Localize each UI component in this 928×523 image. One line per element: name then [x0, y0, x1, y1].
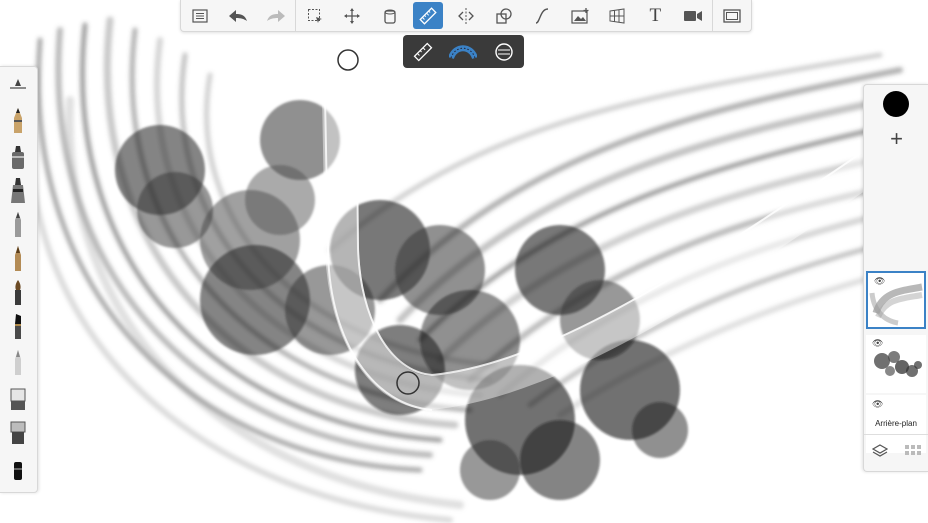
shapes-icon[interactable] — [485, 0, 523, 31]
layer-thumbnail-strokes[interactable]: 👁 — [866, 271, 926, 329]
smudge-icon[interactable] — [6, 347, 30, 377]
visibility-eye-icon[interactable]: 👁 — [874, 276, 885, 287]
drawing-canvas[interactable] — [0, 0, 928, 523]
symmetry-icon[interactable] — [447, 0, 485, 31]
add-layer-button[interactable]: + — [864, 125, 928, 153]
visibility-eye-icon[interactable]: 👁 — [872, 399, 883, 410]
paint-brush-icon[interactable] — [6, 277, 30, 307]
layer-panel-footer — [864, 434, 928, 471]
pencil-icon[interactable] — [6, 105, 30, 135]
french-curve-icon[interactable] — [447, 37, 479, 67]
current-color-swatch[interactable] — [883, 91, 909, 117]
main-toolbar: T — [180, 0, 752, 32]
add-layer-label: + — [890, 126, 903, 151]
fullscreen-icon[interactable] — [713, 0, 751, 31]
chisel-brush-icon[interactable] — [6, 311, 30, 341]
video-record-icon[interactable] — [674, 0, 712, 31]
transform-icon[interactable] — [333, 0, 371, 31]
airbrush-icon[interactable] — [6, 175, 30, 205]
brush-palette — [0, 66, 38, 493]
redo-icon[interactable] — [257, 0, 295, 31]
chalk-icon[interactable] — [6, 455, 30, 485]
ellipse-guide-icon[interactable] — [488, 37, 520, 67]
soft-brush-icon[interactable] — [6, 209, 30, 239]
eraser-icon[interactable] — [6, 383, 30, 413]
import-image-icon[interactable] — [561, 0, 599, 31]
undo-icon[interactable] — [219, 0, 257, 31]
perspective-grid-icon[interactable] — [598, 0, 636, 31]
fill-bucket-icon[interactable] — [371, 0, 409, 31]
ruler-options-bar — [403, 35, 524, 68]
brush-size-slider-icon[interactable] — [6, 71, 30, 101]
list-menu-icon[interactable] — [181, 0, 219, 31]
selection-icon[interactable] — [296, 0, 334, 31]
layer-background-label: Arrière-plan — [875, 419, 917, 428]
straight-ruler-icon[interactable] — [407, 37, 439, 67]
ruler-icon[interactable] — [413, 2, 444, 29]
layers-stack-icon[interactable] — [872, 443, 889, 463]
layer-panel: + 👁 👁 👁 Arrière-plan — [863, 84, 928, 472]
visibility-eye-icon[interactable]: 👁 — [872, 338, 883, 349]
curve-icon[interactable] — [523, 0, 561, 31]
text-icon[interactable]: T — [636, 0, 674, 31]
layer-thumbnail-splatter[interactable]: 👁 — [866, 335, 926, 393]
marker-icon[interactable] — [6, 141, 30, 171]
grid-view-icon[interactable] — [904, 444, 921, 462]
ink-pen-icon[interactable] — [6, 243, 30, 273]
text-tool-glyph: T — [649, 4, 662, 26]
flat-brush-icon[interactable] — [6, 417, 30, 447]
